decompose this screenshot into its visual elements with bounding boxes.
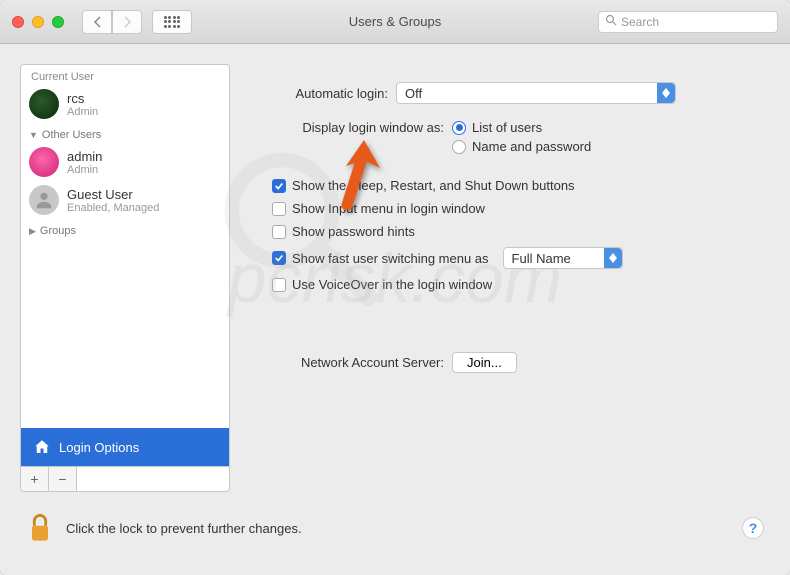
user-name: rcs <box>67 91 221 106</box>
search-icon <box>605 14 617 29</box>
current-user-label: Current User <box>21 65 229 85</box>
current-user-row[interactable]: rcs Admin <box>21 85 229 123</box>
preferences-window: Users & Groups Search pcrisk.com Current… <box>0 0 790 575</box>
search-placeholder: Search <box>621 15 659 29</box>
titlebar: Users & Groups Search <box>0 0 790 44</box>
remove-button[interactable]: − <box>49 467 77 491</box>
help-button[interactable]: ? <box>742 517 764 539</box>
avatar <box>29 185 59 215</box>
show-all-button[interactable] <box>152 10 192 34</box>
search-input[interactable]: Search <box>598 11 778 33</box>
checkbox-input-menu[interactable]: Show Input menu in login window <box>272 201 760 216</box>
zoom-button[interactable] <box>52 16 64 28</box>
content-area: pcrisk.com Current User rcs Admin ▼ Othe… <box>0 44 790 512</box>
avatar <box>29 89 59 119</box>
house-icon <box>33 438 51 456</box>
back-button[interactable] <box>82 10 112 34</box>
checkbox-icon <box>272 179 286 193</box>
auto-login-label: Automatic login: <box>258 86 388 101</box>
groups-header[interactable]: ▶ Groups <box>21 219 229 239</box>
chevron-right-icon: ▶ <box>29 226 36 237</box>
sidebar: Current User rcs Admin ▼ Other Users adm… <box>20 64 230 492</box>
checkbox-sleep-restart[interactable]: Show the Sleep, Restart, and Shut Down b… <box>272 178 760 193</box>
lock-text: Click the lock to prevent further change… <box>66 521 302 536</box>
nav-buttons <box>82 10 142 34</box>
settings-panel: Automatic login: Off Display login windo… <box>248 64 770 492</box>
checkbox-password-hints[interactable]: Show password hints <box>272 224 760 239</box>
network-server-label: Network Account Server: <box>258 355 444 370</box>
display-as-label: Display login window as: <box>258 120 444 135</box>
traffic-lights <box>12 16 64 28</box>
auto-login-select[interactable]: Off <box>396 82 676 104</box>
login-options-label: Login Options <box>59 440 139 455</box>
lock-icon[interactable] <box>26 512 54 544</box>
checkbox-fast-switching[interactable]: Show fast user switching menu as Full Na… <box>272 247 760 269</box>
sidebar-footer: + − <box>21 466 229 491</box>
other-users-header[interactable]: ▼ Other Users <box>21 123 229 143</box>
window-title: Users & Groups <box>349 14 441 29</box>
user-name: admin <box>67 149 221 164</box>
checkbox-icon <box>272 251 286 265</box>
radio-icon <box>452 140 466 154</box>
footer: Click the lock to prevent further change… <box>0 512 790 562</box>
checkbox-icon <box>272 202 286 216</box>
join-button[interactable]: Join... <box>452 352 517 373</box>
close-button[interactable] <box>12 16 24 28</box>
minimize-button[interactable] <box>32 16 44 28</box>
checkbox-icon <box>272 278 286 292</box>
select-arrows-icon <box>657 83 675 103</box>
radio-list-users[interactable]: List of users <box>452 120 591 135</box>
user-role: Admin <box>67 164 221 176</box>
add-button[interactable]: + <box>21 467 49 491</box>
user-role: Enabled, Managed <box>67 202 221 214</box>
radio-name-password[interactable]: Name and password <box>452 139 591 154</box>
login-options-row[interactable]: Login Options <box>21 428 229 466</box>
forward-button[interactable] <box>112 10 142 34</box>
checkbox-voiceover[interactable]: Use VoiceOver in the login window <box>272 277 760 292</box>
chevron-down-icon: ▼ <box>29 130 38 140</box>
fast-switch-select[interactable]: Full Name <box>503 247 623 269</box>
list-item[interactable]: Guest User Enabled, Managed <box>21 181 229 219</box>
user-role: Admin <box>67 106 221 118</box>
radio-icon <box>452 121 466 135</box>
list-item[interactable]: admin Admin <box>21 143 229 181</box>
avatar <box>29 147 59 177</box>
user-name: Guest User <box>67 187 221 202</box>
select-arrows-icon <box>604 248 622 268</box>
checkbox-icon <box>272 225 286 239</box>
